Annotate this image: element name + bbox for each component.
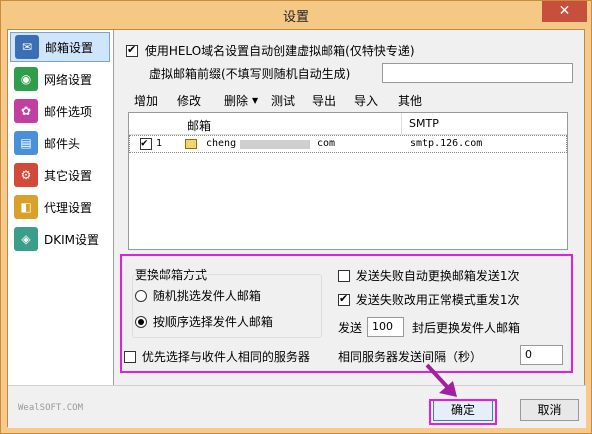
row-smtp: smtp.126.com xyxy=(410,138,483,149)
row-email-start: cheng xyxy=(206,138,237,149)
prefer-same-server-row[interactable]: 优先选择与收件人相同的服务器 xyxy=(124,348,310,365)
sidebar-item-label: DKIM设置 xyxy=(44,232,100,247)
sidebar-item-label: 网络设置 xyxy=(44,72,93,87)
sidebar-item-label: 邮件头 xyxy=(44,136,81,151)
row-index: 1 xyxy=(156,138,163,149)
sidebar-item-label: 其它设置 xyxy=(44,168,93,183)
mailbox-toolbar: 增加 修改 删除 ▼ 测试 导出 导入 其他 xyxy=(128,88,568,112)
sidebar-item-mail-options[interactable]: ✿ 邮件选项 xyxy=(10,96,110,126)
prefer-same-server-label: 优先选择与收件人相同的服务器 xyxy=(141,350,310,364)
other-button[interactable]: 其他 xyxy=(398,92,422,109)
import-button[interactable]: 导入 xyxy=(354,92,378,109)
resend-normal-label: 发送失败改用正常模式重发1次 xyxy=(355,293,520,307)
dkim-icon: ◈ xyxy=(14,227,38,251)
radio-random[interactable] xyxy=(135,290,147,302)
sidebar-item-other[interactable]: ⚙ 其它设置 xyxy=(10,160,110,190)
table-row[interactable]: 1 cheng com smtp.126.com xyxy=(129,135,567,153)
mail-header-icon: ▤ xyxy=(14,131,38,155)
mailbox-list[interactable]: 邮箱 SMTP 1 cheng com smtp.126.com xyxy=(128,112,568,250)
mail-settings-icon: ✉ xyxy=(15,35,39,59)
row-email-end: com xyxy=(317,138,336,149)
sidebar-item-mailbox[interactable]: ✉ 邮箱设置 xyxy=(10,32,110,62)
sidebar-item-label: 代理设置 xyxy=(44,200,93,215)
list-header: 邮箱 SMTP xyxy=(129,113,567,135)
delete-dropdown-icon[interactable]: ▼ xyxy=(252,96,258,105)
title-bar: 设置 ✕ xyxy=(1,1,591,29)
auto-switch-checkbox[interactable] xyxy=(338,270,350,282)
resend-normal-row[interactable]: 发送失败改用正常模式重发1次 xyxy=(338,291,519,308)
sidebar-item-mail-header[interactable]: ▤ 邮件头 xyxy=(10,128,110,158)
sidebar-item-proxy[interactable]: ◧ 代理设置 xyxy=(10,192,110,222)
other-settings-icon: ⚙ xyxy=(14,163,38,187)
send-count-input[interactable]: 100 xyxy=(367,317,404,337)
prefix-label: 虚拟邮箱前缀(不填写则随机自动生成) xyxy=(149,67,351,81)
radio-sequential-label: 按顺序选择发件人邮箱 xyxy=(152,315,273,329)
close-button[interactable]: ✕ xyxy=(542,1,587,22)
radio-sequential[interactable] xyxy=(135,316,147,328)
sidebar-item-dkim[interactable]: ◈ DKIM设置 xyxy=(10,224,110,254)
sidebar: ✉ 邮箱设置 ◉ 网络设置 ✿ 邮件选项 ▤ 邮件头 ⚙ 其它设置 ◧ 代理设置 xyxy=(8,30,114,385)
edit-button[interactable]: 修改 xyxy=(177,92,201,109)
mailbox-icon xyxy=(185,139,197,149)
prefix-input[interactable] xyxy=(382,63,573,83)
settings-window: 设置 ✕ ✉ 邮箱设置 ◉ 网络设置 ✿ 邮件选项 ▤ 邮件头 ⚙ 其它设置 ◧… xyxy=(0,0,592,434)
export-button[interactable]: 导出 xyxy=(312,92,336,109)
resend-normal-checkbox[interactable] xyxy=(338,292,350,306)
mail-options-icon: ✿ xyxy=(14,99,38,123)
redacted-email-blur xyxy=(240,140,310,149)
add-button[interactable]: 增加 xyxy=(134,92,158,109)
row-checkbox[interactable] xyxy=(140,136,152,150)
column-email[interactable]: 邮箱 xyxy=(187,117,211,134)
helo-checkbox-row[interactable]: 使用HELO域名设置自动创建虚拟邮箱(仅特快专递) xyxy=(126,42,415,59)
sidebar-item-label: 邮件选项 xyxy=(44,104,93,119)
send-suffix-label: 封后更换发件人邮箱 xyxy=(412,321,521,335)
radio-random-label: 随机挑选发件人邮箱 xyxy=(152,289,261,303)
test-button[interactable]: 测试 xyxy=(271,92,295,109)
proxy-icon: ◧ xyxy=(14,195,38,219)
switch-method-group: 随机挑选发件人邮箱 按顺序选择发件人邮箱 xyxy=(132,274,322,338)
brand-text: WealSOFT.COM xyxy=(18,403,84,413)
radio-random-row[interactable]: 随机挑选发件人邮箱 xyxy=(135,287,261,304)
prefer-same-server-checkbox[interactable] xyxy=(124,351,136,363)
column-divider xyxy=(401,113,402,135)
delete-button[interactable]: 删除 xyxy=(224,92,248,109)
column-smtp[interactable]: SMTP xyxy=(409,117,439,130)
annotation-arrow-icon xyxy=(425,363,457,397)
sidebar-item-network[interactable]: ◉ 网络设置 xyxy=(10,64,110,94)
sidebar-item-label: 邮箱设置 xyxy=(45,40,94,55)
interval-input[interactable]: 0 xyxy=(520,345,563,365)
ok-button-highlight xyxy=(429,399,497,425)
radio-sequential-row[interactable]: 按顺序选择发件人邮箱 xyxy=(135,313,273,330)
send-prefix-label: 发送 xyxy=(338,321,363,335)
helo-checkbox[interactable] xyxy=(126,43,138,57)
helo-checkbox-label: 使用HELO域名设置自动创建虚拟邮箱(仅特快专递) xyxy=(144,44,415,58)
auto-switch-label: 发送失败自动更换邮箱发送1次 xyxy=(355,269,520,283)
window-title: 设置 xyxy=(282,10,309,25)
dialog-footer: WealSOFT.COM 确定 取消 xyxy=(8,385,586,428)
cancel-button[interactable]: 取消 xyxy=(520,399,579,421)
auto-switch-row[interactable]: 发送失败自动更换邮箱发送1次 xyxy=(338,267,519,284)
network-icon: ◉ xyxy=(14,67,38,91)
